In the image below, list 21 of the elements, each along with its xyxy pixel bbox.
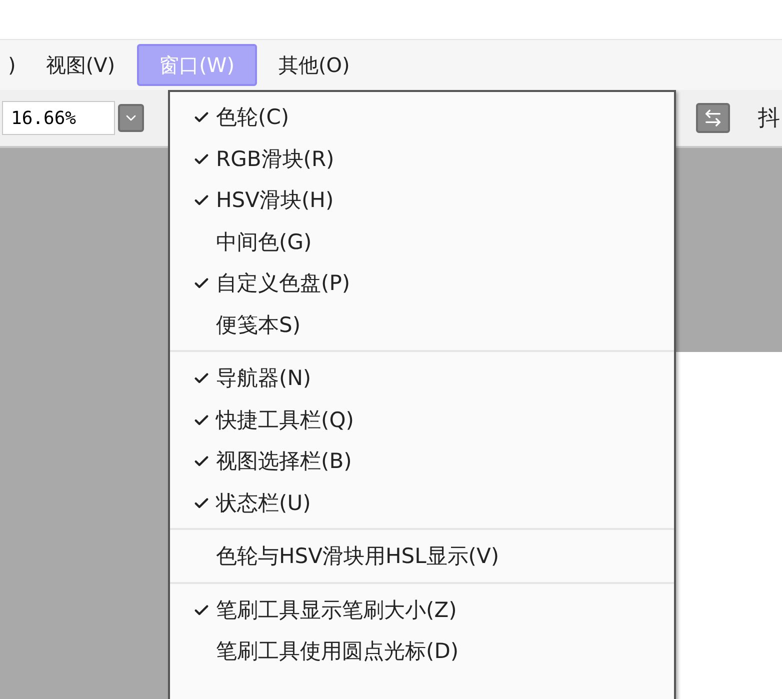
menu-item[interactable]: 视图选择栏(B) bbox=[170, 441, 674, 482]
menu-item[interactable]: 色轮与HSV滑块用HSL显示(V) bbox=[170, 536, 674, 578]
dropdown-button[interactable] bbox=[118, 104, 144, 132]
menu-item[interactable]: 色轮(C) bbox=[170, 97, 674, 138]
menu-item[interactable]: 笔刷工具显示笔刷大小(Z) bbox=[170, 590, 674, 631]
menu-item[interactable]: 中间色(G) bbox=[170, 222, 674, 263]
menu-item[interactable]: 快捷工具栏(Q) bbox=[170, 400, 674, 441]
menu-item[interactable]: 自定义色盘(P) bbox=[170, 263, 674, 304]
menu-item[interactable]: RGB滑块(R) bbox=[170, 138, 674, 180]
menu-item[interactable]: 便笺本S) bbox=[170, 304, 674, 346]
swap-button[interactable] bbox=[696, 103, 730, 133]
menu-bar-item[interactable]: ) bbox=[0, 44, 24, 86]
menu-item[interactable]: 导航器(N) bbox=[170, 358, 674, 400]
toolbar-label: 抖 bbox=[758, 104, 780, 132]
swap-arrows-icon bbox=[703, 108, 723, 128]
menu-bar-item[interactable]: 视图(V) bbox=[38, 44, 124, 86]
menu-item[interactable]: 笔刷工具使用圆点光标(D) bbox=[170, 631, 674, 672]
zoom-field[interactable]: 16.66% bbox=[2, 101, 115, 135]
menu-item[interactable]: 状态栏(U) bbox=[170, 482, 674, 524]
menu-bar-item[interactable]: 其他(O) bbox=[270, 44, 358, 86]
menu-item[interactable]: HSV滑块(H) bbox=[170, 180, 674, 222]
